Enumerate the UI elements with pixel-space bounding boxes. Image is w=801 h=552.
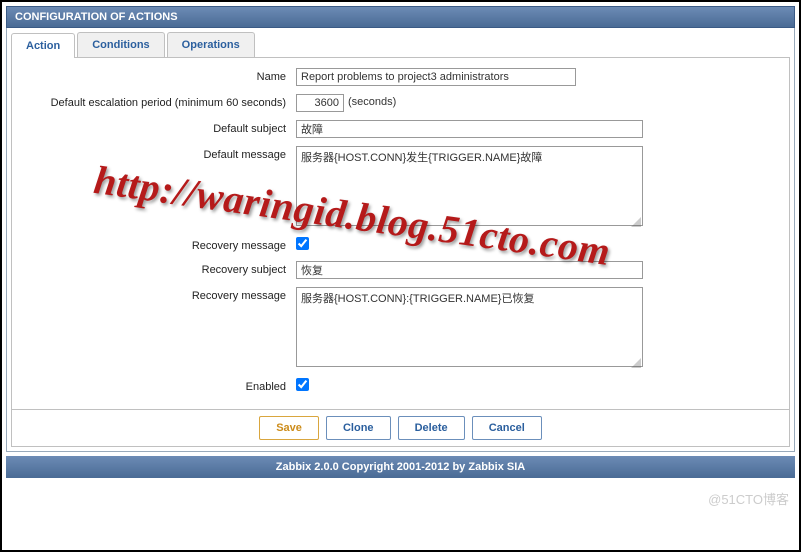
cancel-button[interactable]: Cancel [472,416,542,440]
escalation-unit: (seconds) [348,94,396,108]
footer-text: Zabbix 2.0.0 Copyright 2001-2012 by Zabb… [6,456,795,478]
recovery-subject-input[interactable] [296,261,643,279]
form-area: Name Default escalation period (minimum … [11,57,790,410]
tab-action[interactable]: Action [11,33,75,58]
recovery-message-label: Recovery message [18,287,296,303]
tab-conditions[interactable]: Conditions [77,32,164,57]
recovery-subject-label: Recovery subject [18,261,296,277]
default-message-textarea[interactable] [296,146,643,226]
corner-watermark: @51CTO博客 [708,489,789,508]
name-label: Name [18,68,296,84]
escalation-label: Default escalation period (minimum 60 se… [18,94,296,110]
name-input[interactable] [296,68,576,86]
enabled-label: Enabled [18,378,296,394]
recovery-message-textarea[interactable] [296,287,643,367]
clone-button[interactable]: Clone [326,416,391,440]
default-subject-label: Default subject [18,120,296,136]
panel-body: Action Conditions Operations Name Defaul… [6,28,795,452]
default-subject-input[interactable] [296,120,643,138]
tab-operations[interactable]: Operations [167,32,255,57]
default-message-label: Default message [18,146,296,162]
delete-button[interactable]: Delete [398,416,465,440]
panel-title: CONFIGURATION OF ACTIONS [6,6,795,28]
tabs-bar: Action Conditions Operations [11,32,790,58]
button-bar: Save Clone Delete Cancel [11,410,790,447]
escalation-input[interactable] [296,94,344,112]
enabled-checkbox[interactable] [296,378,309,391]
recovery-message-chk-label: Recovery message [18,237,296,253]
save-button[interactable]: Save [259,416,319,440]
recovery-message-checkbox[interactable] [296,237,309,250]
